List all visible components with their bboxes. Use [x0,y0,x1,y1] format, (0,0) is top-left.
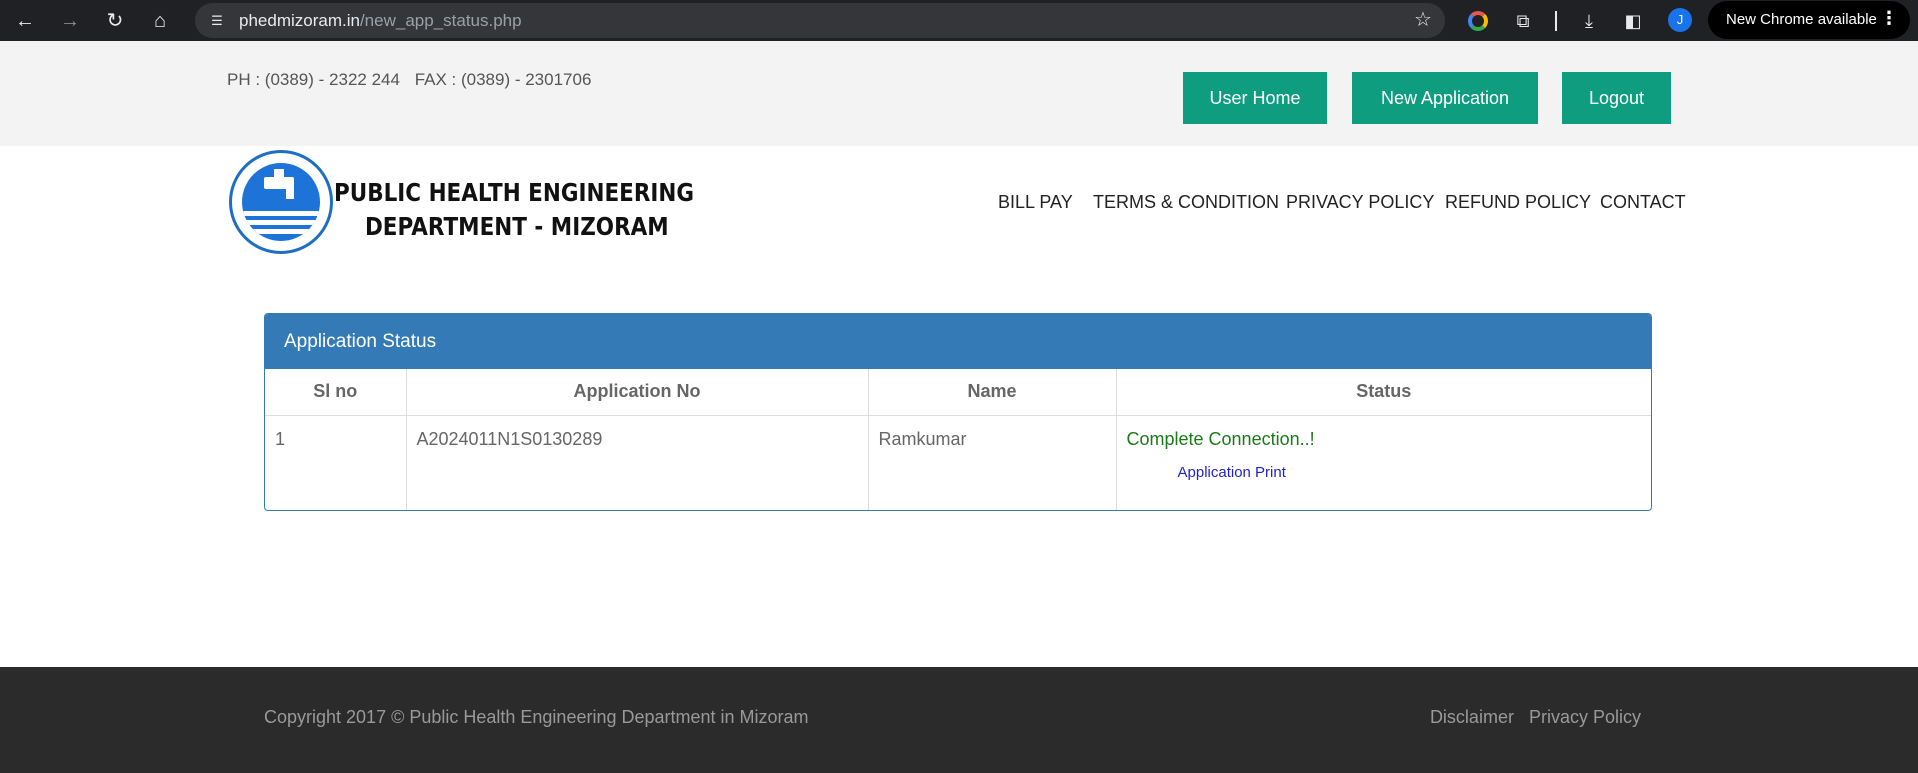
footer-links: Disclaimer Privacy Policy [1430,707,1641,728]
cell-application-no: A2024011N1S0130289 [406,415,869,510]
column-header-application-no: Application No [406,369,869,416]
extension-color-icon[interactable] [1468,11,1488,31]
menu-bill-pay[interactable]: BILL PAY [998,192,1073,213]
forward-arrow-icon[interactable]: → [57,8,83,34]
download-icon[interactable]: ⤓ [1576,8,1602,34]
cell-status: Complete Connection..! Application Print [1116,415,1651,510]
menu-terms-condition[interactable]: TERMS & CONDITION [1093,192,1279,213]
back-arrow-icon[interactable]: ← [12,8,38,34]
menu-contact[interactable]: CONTACT [1600,192,1686,213]
url-host: phedmizoram.in [239,11,360,30]
chrome-update-label: New Chrome available [1726,11,1877,28]
fax-number: FAX : (0389) - 2301706 [414,70,592,89]
column-header-name: Name [868,369,1117,416]
side-panel-icon[interactable]: ◧ [1620,8,1646,34]
site-footer: Copyright 2017 © Public Health Engineeri… [0,667,1918,773]
table-header-row: Sl no Application No Name Status [265,369,1651,416]
logo-line-1: PUBLIC HEALTH ENGINEERING [334,178,695,207]
copyright-text: Copyright 2017 © Public Health Engineeri… [264,707,809,727]
profile-avatar[interactable]: J [1668,8,1692,32]
bookmark-star-icon[interactable]: ☆ [1411,8,1435,32]
application-status-table: Sl no Application No Name Status 1 A2024… [265,369,1651,510]
url-path: /new_app_status.php [359,11,522,30]
table-row: 1 A2024011N1S0130289 Ramkumar Complete C… [265,415,1651,510]
toolbar-divider [1555,11,1557,31]
tap-water-icon [242,163,320,241]
panel-heading: Application Status [265,314,1651,369]
application-print-link[interactable]: Application Print [1178,464,1642,481]
home-icon[interactable]: ⌂ [147,8,173,34]
browser-toolbar: ← → ↻ ⌂ ☰ phedmizoram.in/new_app_status.… [0,0,1918,41]
more-vert-icon: ⋮ [1880,8,1898,28]
cell-sl-no: 1 [265,415,407,510]
site-settings-icon[interactable]: ☰ [207,11,227,31]
address-bar[interactable]: ☰ phedmizoram.in/new_app_status.php ☆ [195,3,1445,38]
status-text: Complete Connection..! [1126,428,1315,449]
new-application-button[interactable]: New Application [1352,72,1538,124]
site-header: PUBLIC HEALTH ENGINEERING DEPARTMENT - M… [0,146,1918,261]
site-logo-text[interactable]: PUBLIC HEALTH ENGINEERING DEPARTMENT - M… [334,176,694,244]
footer-link-disclaimer[interactable]: Disclaimer [1430,707,1514,727]
phone-number: PH : (0389) - 2322 244 [227,70,400,89]
user-home-button[interactable]: User Home [1183,72,1327,124]
phed-logo-seal[interactable] [229,150,333,254]
column-header-status: Status [1116,369,1651,416]
cell-name: Ramkumar [868,415,1117,510]
menu-privacy-policy[interactable]: PRIVACY POLICY [1286,192,1434,213]
panel-title: Application Status [284,331,437,352]
url-text[interactable]: phedmizoram.in/new_app_status.php [239,11,522,31]
footer-link-privacy-policy[interactable]: Privacy Policy [1529,707,1641,727]
extensions-puzzle-icon[interactable]: ⧉ [1510,8,1536,34]
contact-info: PH : (0389) - 2322 244 FAX : (0389) - 23… [227,70,601,90]
application-status-panel: Application Status Sl no Application No … [264,313,1652,511]
top-contact-bar: PH : (0389) - 2322 244 FAX : (0389) - 23… [0,41,1918,146]
column-header-sl-no: Sl no [265,369,407,416]
menu-refund-policy[interactable]: REFUND POLICY [1445,192,1591,213]
logout-button[interactable]: Logout [1562,72,1671,124]
logo-line-2: DEPARTMENT - MIZORAM [364,212,669,241]
reload-icon[interactable]: ↻ [102,8,128,34]
chrome-update-button[interactable]: New Chrome available ⋮ [1708,1,1910,39]
